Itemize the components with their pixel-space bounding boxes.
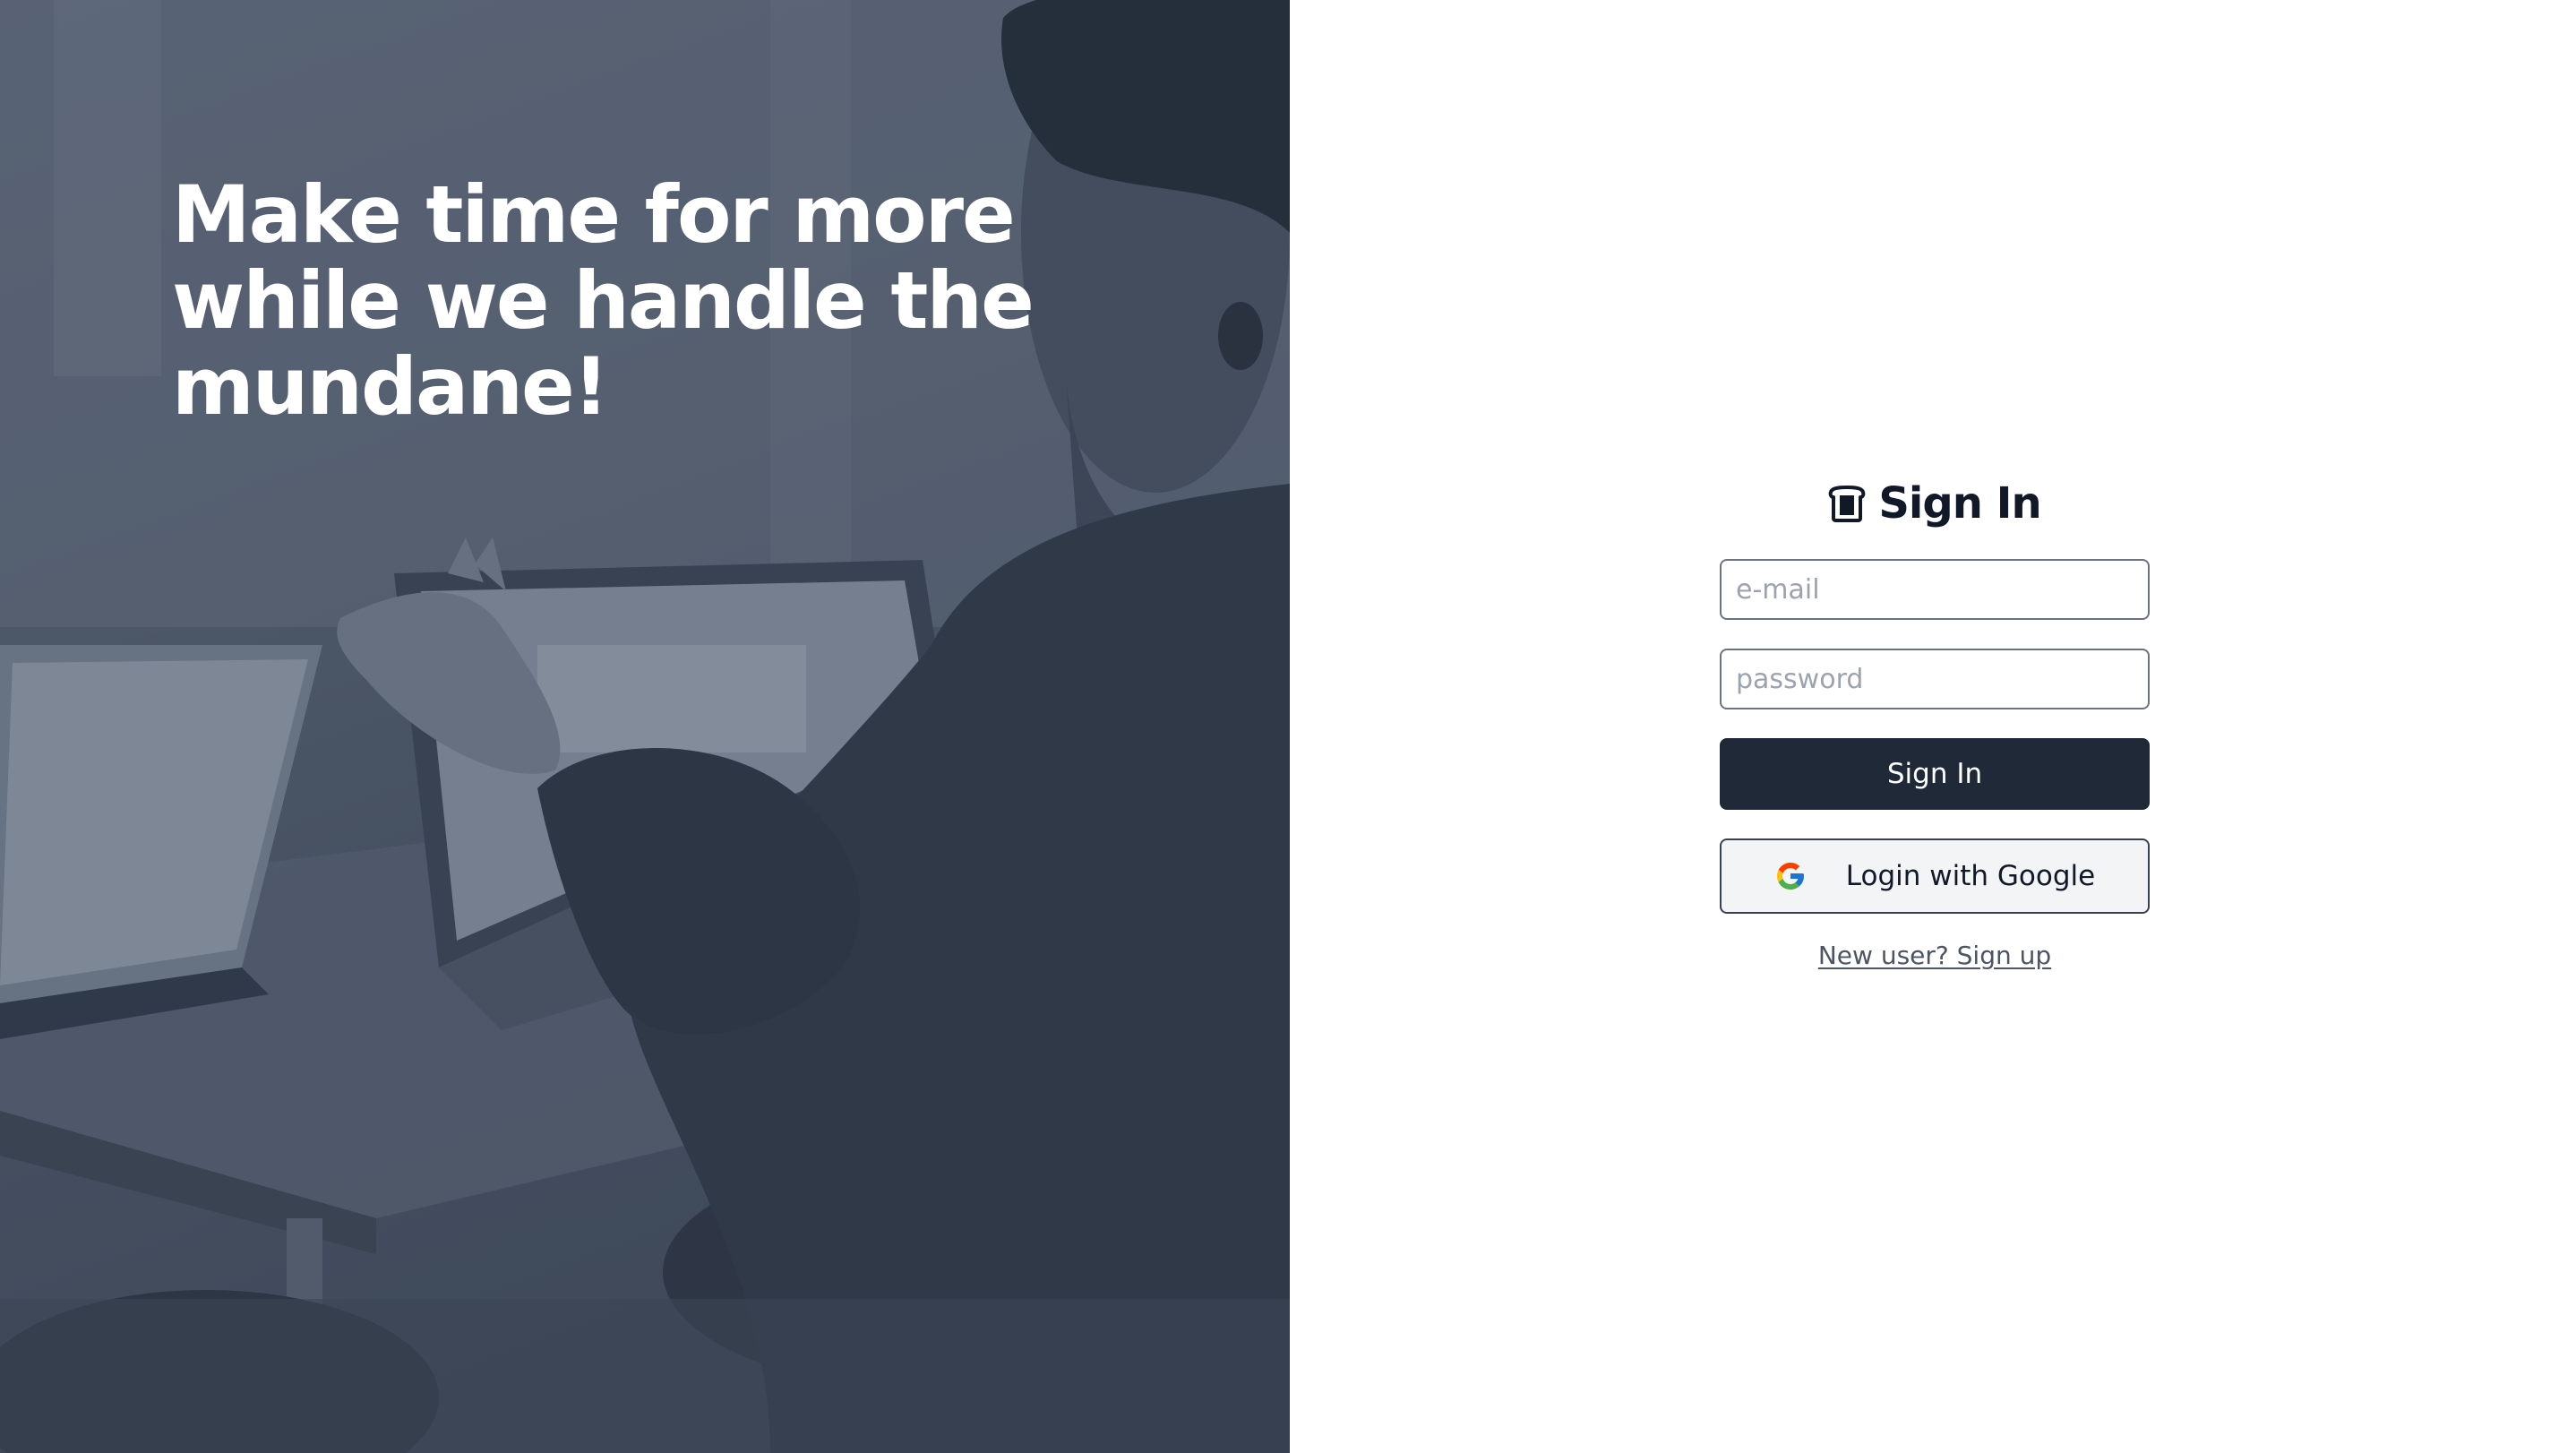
signup-link[interactable]: New user? Sign up xyxy=(1720,941,2150,970)
sign-in-form: Sign In Sign In Login with Google xyxy=(1720,466,2150,970)
hero-headline: Make time for more while we handle the m… xyxy=(172,168,1035,433)
google-login-label: Login with Google xyxy=(1845,860,2096,892)
bread-icon xyxy=(1828,485,1866,522)
sign-in-page: Make time for more while we handle the m… xyxy=(0,0,2576,1453)
password-input[interactable] xyxy=(1720,649,2150,709)
sign-in-button[interactable]: Sign In xyxy=(1720,738,2150,810)
form-title: Sign In xyxy=(1878,478,2041,529)
sign-in-button-label: Sign In xyxy=(1886,758,1983,790)
sign-in-panel: Sign In Sign In Login with Google xyxy=(1290,0,2576,1453)
email-input[interactable] xyxy=(1720,559,2150,620)
hero-panel: Make time for more while we handle the m… xyxy=(0,0,1290,1453)
google-login-button[interactable]: Login with Google xyxy=(1720,838,2150,914)
form-header: Sign In xyxy=(1720,466,2150,541)
google-icon xyxy=(1774,860,1807,892)
